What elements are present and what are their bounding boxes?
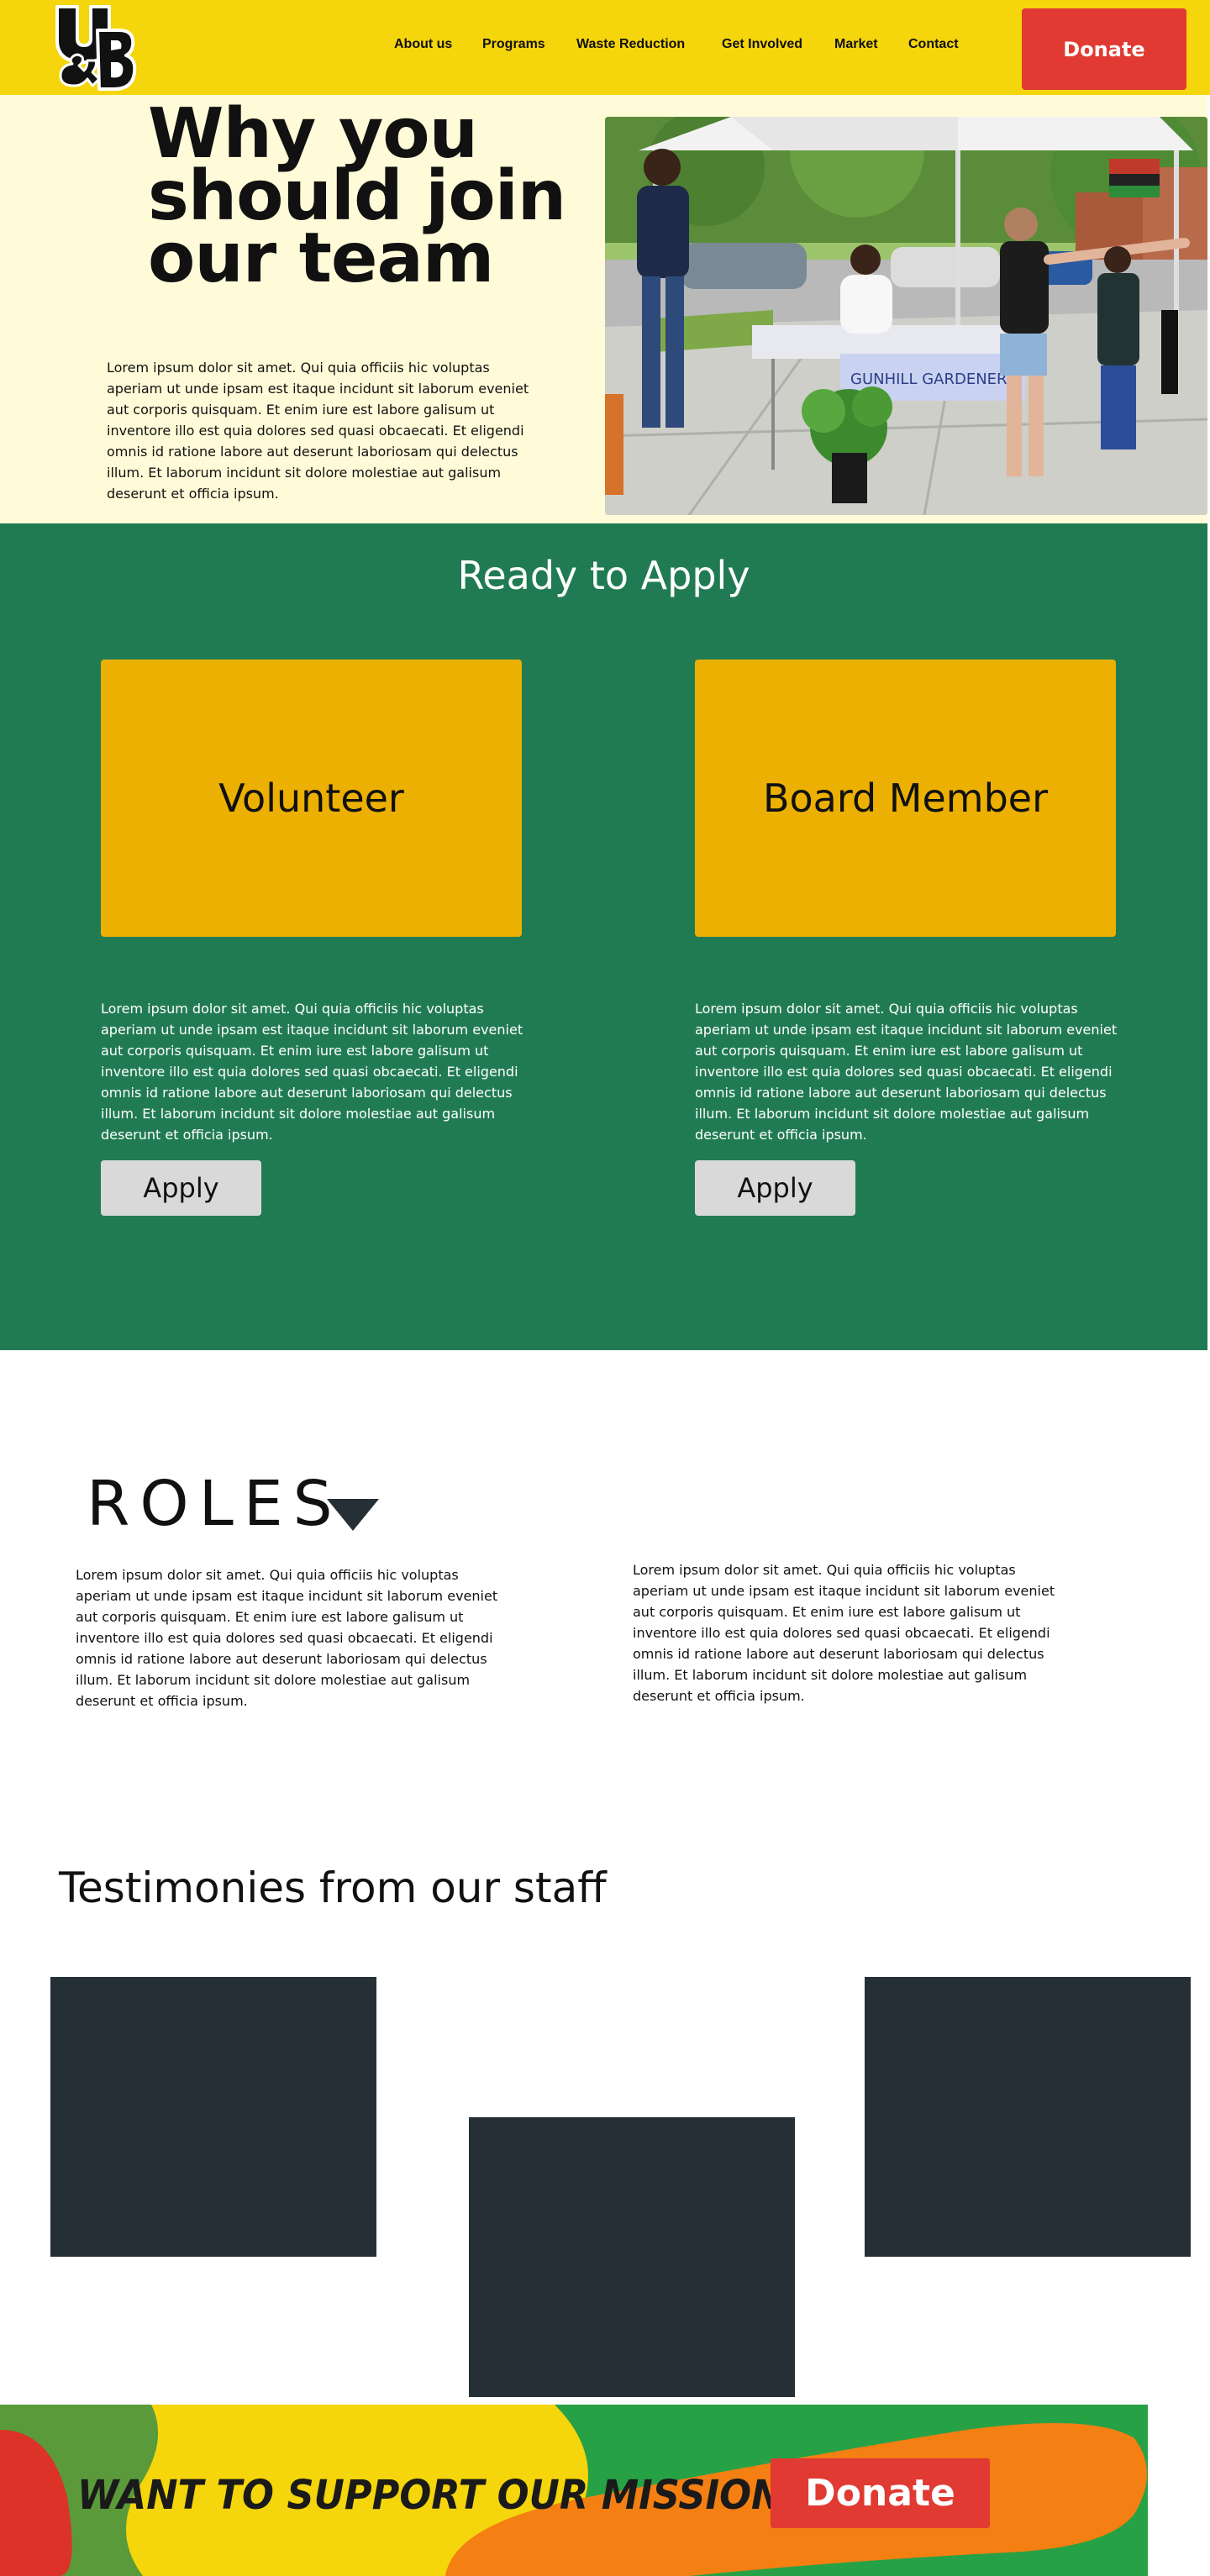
nav-market[interactable]: Market [834, 37, 878, 52]
volunteer-apply-button[interactable]: Apply [101, 1160, 261, 1216]
apply-title: Ready to Apply [457, 553, 750, 598]
volunteer-card-label: Volunteer [218, 775, 404, 821]
site-header: About us Programs Waste Reduction Get In… [0, 0, 1210, 95]
hero-title: Why you should join our team [148, 94, 566, 298]
apply-section: Ready to Apply Volunteer Board Member Lo… [0, 523, 1207, 1350]
nav-programs[interactable]: Programs [482, 37, 545, 52]
testimony-card-3[interactable] [865, 1977, 1191, 2257]
volunteer-description: Lorem ipsum dolor sit amet. Qui quia off… [101, 1001, 523, 1143]
testimony-card-2[interactable] [469, 2117, 795, 2397]
testimony-card-1[interactable] [50, 1977, 376, 2257]
banner-title: WANT TO SUPPORT OUR MISSION? [77, 2472, 805, 2519]
roles-heading: ROLES [87, 1468, 343, 1540]
board-member-card-label: Board Member [762, 775, 1049, 821]
testimonies-title: Testimonies from our staff [59, 1864, 607, 1912]
nav-about-us[interactable]: About us [394, 37, 452, 52]
nav-waste-reduction[interactable]: Waste Reduction [576, 37, 685, 52]
nav-contact[interactable]: Contact [908, 37, 959, 52]
banner-donate-button[interactable]: Donate [771, 2458, 990, 2528]
hero-body: Lorem ipsum dolor sit amet. Qui quia off… [107, 360, 529, 502]
board-member-description: Lorem ipsum dolor sit amet. Qui quia off… [695, 1001, 1118, 1143]
board-member-apply-button[interactable]: Apply [695, 1160, 855, 1216]
photo-banner-text: GUNHILL GARDENERS [850, 371, 1017, 388]
support-banner: WANT TO SUPPORT OUR MISSION? Donate [0, 2405, 1148, 2576]
volunteers-photo-illustration: GUNHILL GARDENERS [605, 117, 1207, 515]
header-donate-button[interactable]: Donate [1022, 8, 1186, 90]
roles-right-text: Lorem ipsum dolor sit amet. Qui quia off… [633, 1562, 1055, 1704]
caret-down-icon[interactable] [327, 1499, 379, 1532]
board-member-card[interactable]: Board Member [695, 660, 1116, 937]
hero-section: Why you should join our team Lorem ipsum… [0, 95, 1207, 523]
hero-photo: GUNHILL GARDENERS [605, 117, 1207, 515]
volunteer-card[interactable]: Volunteer [101, 660, 522, 937]
nav-get-involved[interactable]: Get Involved [722, 37, 802, 52]
roles-left-text: Lorem ipsum dolor sit amet. Qui quia off… [76, 1567, 498, 1709]
